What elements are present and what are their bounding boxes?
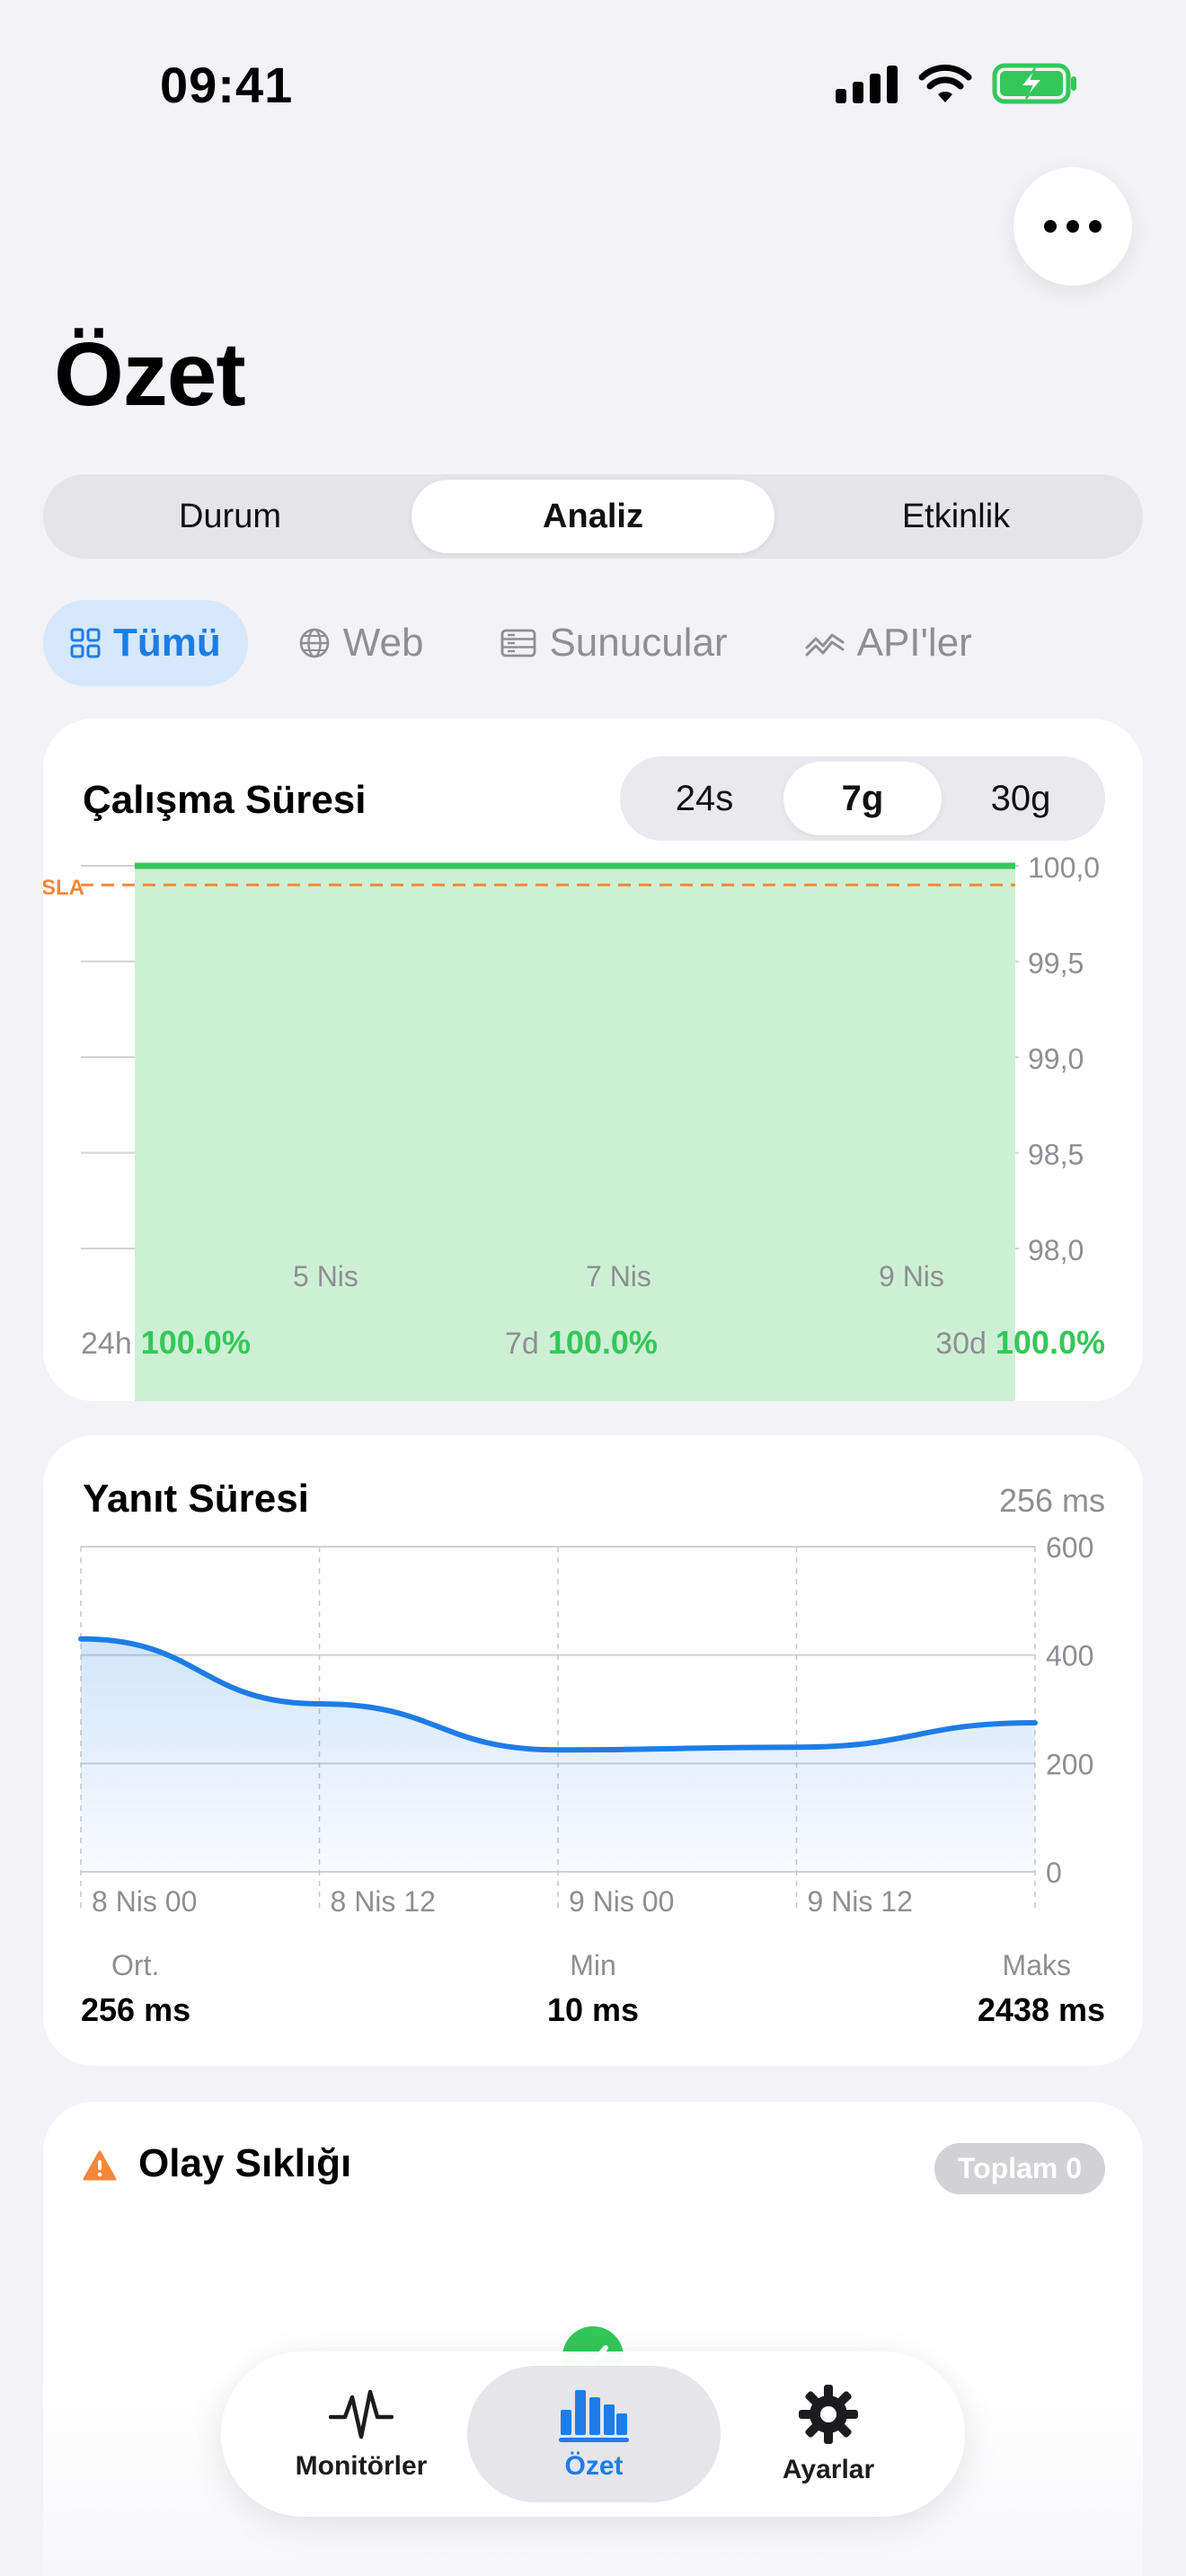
response-area: [81, 1638, 1035, 1872]
response-xtick-label: 9 Nis 12: [808, 1885, 913, 1918]
filter-servers[interactable]: Sunucular: [474, 600, 754, 686]
uptime-area: [135, 866, 1015, 1401]
api-icon: [805, 633, 845, 657]
response-stat-max: Maks 2438 ms: [890, 1949, 1105, 2029]
uptime-ytick-label: 100,0: [1028, 851, 1100, 884]
tabbar-summary[interactable]: Özet: [467, 2366, 721, 2502]
filter-apis-label: API'ler: [856, 621, 972, 665]
waveform-icon: [329, 2389, 394, 2439]
tab-durum[interactable]: Durum: [49, 480, 412, 553]
tab-analiz[interactable]: Analiz: [412, 480, 774, 553]
warning-icon: [83, 2150, 117, 2181]
filter-web-label: Web: [342, 621, 424, 665]
filter-chips: Tümü Web Sunucular API'ler: [43, 600, 999, 686]
incidents-title: Olay Sıklığı: [138, 2141, 352, 2185]
status-icons: [836, 63, 1078, 104]
wifi-icon: [918, 64, 972, 102]
tabbar-summary-label: Özet: [564, 2451, 624, 2481]
grid-icon: [70, 628, 101, 658]
page-title: Özet: [54, 324, 246, 425]
response-stat-avg-label: Ort.: [111, 1949, 160, 1981]
response-xtick-label: 8 Nis 00: [92, 1885, 197, 1918]
uptime-ytick-label: 98,0: [1028, 1234, 1084, 1266]
response-stat-min-label: Min: [570, 1949, 616, 1981]
ellipsis-icon: [1044, 220, 1102, 233]
response-time-card: Yanıt Süresi 256 ms 600 400 200 0 8 Nis 00 8…: [43, 1435, 1143, 2066]
uptime-stat-30d-value: 100.0%: [995, 1324, 1105, 1361]
uptime-ytick-label: 98,5: [1028, 1139, 1084, 1171]
response-xticks: 8 Nis 00 8 Nis 12 9 Nis 00 9 Nis 12: [92, 1885, 913, 1918]
response-stat-avg: Ort. 256 ms: [81, 1949, 261, 2029]
uptime-stat-7d: 7d 100.0%: [505, 1324, 658, 1362]
response-ytick-label: 200: [1046, 1748, 1093, 1780]
tab-bar: Monitörler Özet Ayarlar: [221, 2351, 965, 2517]
filter-all[interactable]: Tümü: [43, 600, 248, 686]
uptime-stat-24h-value: 100.0%: [140, 1324, 251, 1361]
chart-bar-icon: [559, 2390, 629, 2442]
response-stat-avg-value: 256 ms: [81, 1991, 191, 2028]
filter-all-label: Tümü: [113, 621, 221, 665]
filter-apis[interactable]: API'ler: [778, 600, 999, 686]
tabbar-monitors-label: Monitörler: [295, 2451, 428, 2481]
uptime-ytick-label: 99,0: [1028, 1043, 1084, 1075]
response-stat-max-label: Maks: [1002, 1949, 1071, 1981]
response-chart: 600 400 200 0 8 Nis 00 8 Nis 12 9 Nis 00 9 Nis…: [78, 1531, 1093, 1918]
sla-label: SLA: [43, 876, 84, 900]
more-button[interactable]: [1013, 167, 1132, 286]
uptime-xtick-label: 5 Nis: [293, 1260, 358, 1292]
tabbar-settings[interactable]: Ayarlar: [724, 2366, 933, 2502]
globe-icon: [299, 628, 330, 658]
status-time: 09:41: [160, 57, 294, 113]
response-stat-min: Min 10 ms: [503, 1949, 683, 2029]
uptime-stat-7d-value: 100.0%: [547, 1324, 658, 1361]
tabbar-monitors[interactable]: Monitörler: [257, 2366, 465, 2502]
uptime-ytick-label: 99,5: [1028, 948, 1084, 980]
response-stat-max-value: 2438 ms: [977, 1991, 1105, 2028]
uptime-yticks: 100,0 99,5 99,0 98,5 98,0: [1028, 851, 1100, 1266]
uptime-card: Çalışma Süresi 24s 7g 30g SLA 100,0 99,5 9…: [43, 719, 1143, 1401]
uptime-stat-24h: 24h 100.0%: [81, 1324, 251, 1362]
response-ytick-label: 600: [1046, 1531, 1093, 1564]
uptime-stat-30d: 30d 100.0%: [935, 1324, 1105, 1362]
server-icon: [501, 629, 536, 657]
uptime-stat-30d-label: 30d: [935, 1327, 987, 1361]
tabbar-settings-label: Ayarlar: [782, 2455, 875, 2484]
uptime-stat-24h-label: 24h: [81, 1327, 132, 1361]
response-xtick-label: 9 Nis 00: [569, 1885, 674, 1918]
gear-icon: [799, 2385, 858, 2444]
response-xtick-label: 8 Nis 12: [331, 1885, 436, 1918]
uptime-stat-7d-label: 7d: [505, 1327, 539, 1361]
incidents-total-badge: Toplam 0: [934, 2143, 1105, 2194]
cellular-signal-icon: [836, 66, 898, 103]
uptime-xtick-label: 9 Nis: [879, 1260, 944, 1292]
response-ytick-label: 400: [1046, 1640, 1093, 1672]
uptime-chart: SLA 100,0 99,5 99,0 98,5 98,0 5 Nis 7 Nis 9 Ni…: [43, 851, 1100, 1401]
uptime-xtick-label: 7 Nis: [586, 1260, 651, 1292]
response-stat-min-value: 10 ms: [546, 1991, 640, 2028]
view-segmented-control: Durum Analiz Etkinlik: [43, 474, 1143, 559]
battery-charging-icon: [992, 63, 1076, 104]
filter-web[interactable]: Web: [271, 600, 451, 686]
response-ytick-label: 0: [1046, 1857, 1062, 1889]
response-yticks: 600 400 200 0: [1046, 1531, 1093, 1889]
filter-servers-label: Sunucular: [549, 621, 728, 665]
tab-etkinlik[interactable]: Etkinlik: [774, 480, 1137, 553]
